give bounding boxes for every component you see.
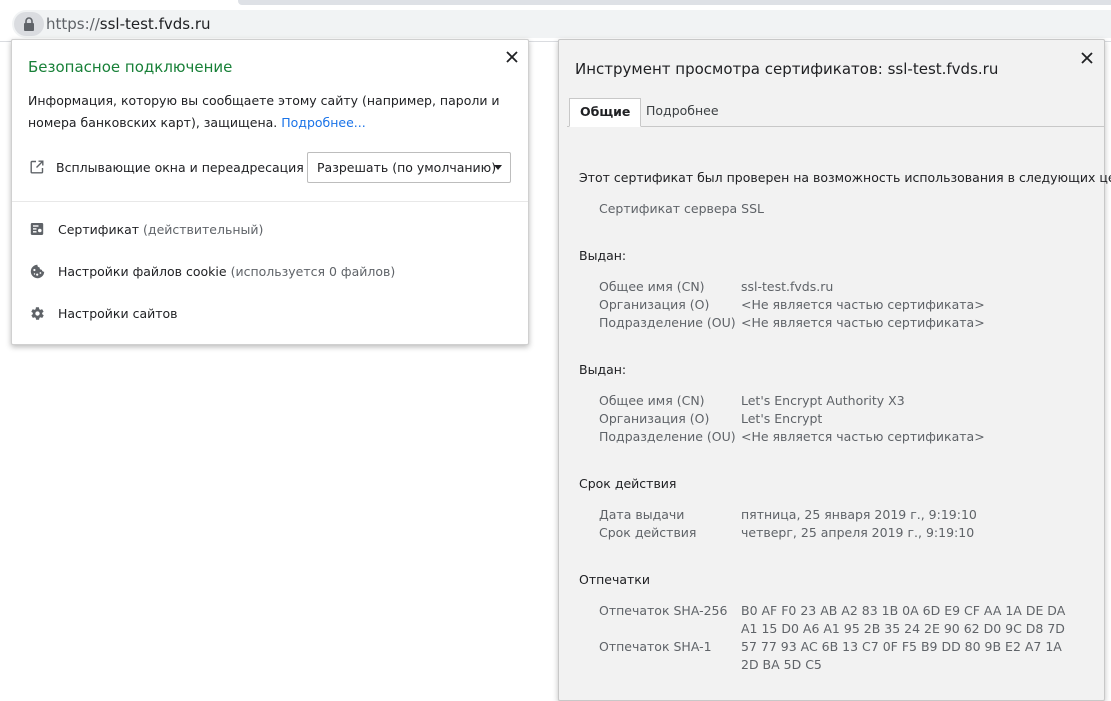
url-text[interactable]: https://ssl-test.fvds.ru: [46, 14, 211, 34]
tab-general[interactable]: Общие: [569, 98, 642, 127]
sha1-line-2: 2D BA 5D C5: [741, 657, 822, 672]
open-in-new-icon: [30, 160, 44, 174]
validity-heading: Срок действия: [579, 476, 677, 491]
browser-toolbar: https://ssl-test.fvds.ru: [0, 0, 1111, 42]
issued-to-ou-label: Подразделение (OU): [599, 315, 736, 330]
issued-to-o: <Не является частью сертификата>: [741, 297, 985, 312]
expires-date: четверг, 25 апреля 2019 г., 9:19:10: [741, 525, 975, 540]
tab-strip-edge: [238, 0, 1111, 5]
sha1-line-1: 57 77 93 AC 6B 13 C7 0F F5 B9 DD 80 9B E…: [741, 639, 1062, 654]
omnibox[interactable]: https://ssl-test.fvds.ru: [12, 10, 1111, 38]
learn-more-link[interactable]: Подробнее...: [281, 115, 365, 130]
page-info-bubble: Безопасное подключение Информация, котор…: [11, 39, 529, 345]
issued-date-label: Дата выдачи: [599, 507, 685, 522]
popups-permission-row: Всплывающие окна и переадресация Разреша…: [28, 152, 513, 184]
popups-select-value: Разрешать (по умолчанию): [317, 160, 497, 175]
close-icon[interactable]: [503, 48, 521, 66]
cookies-menu-item[interactable]: Настройки файлов cookie (используется 0 …: [12, 254, 528, 290]
sha256-line-2: A1 15 D0 A6 A1 95 2B 35 24 2E 90 62 D0 9…: [741, 621, 1065, 636]
tab-details[interactable]: Подробнее: [636, 98, 729, 125]
cookies-status: (используется 0 файлов): [230, 264, 396, 279]
issued-by-ou: <Не является частью сертификата>: [741, 429, 985, 444]
connection-description: Информация, которую вы сообщаете этому с…: [28, 90, 518, 134]
connection-description-text: Информация, которую вы сообщаете этому с…: [28, 93, 500, 130]
issued-to-cn: ssl-test.fvds.ru: [741, 279, 834, 294]
fingerprints-heading: Отпечатки: [579, 572, 650, 587]
issued-by-ou-label: Подразделение (OU): [599, 429, 736, 444]
gear-icon: [31, 307, 44, 320]
certificate-viewer-dialog: Инструмент просмотра сертификатов: ssl-t…: [558, 39, 1111, 701]
bubble-divider: [12, 201, 528, 202]
certificate-icon: [30, 223, 44, 235]
issued-to-o-label: Организация (O): [599, 297, 710, 312]
issued-by-heading: Выдан:: [579, 362, 627, 377]
connection-status-title: Безопасное подключение: [28, 58, 233, 76]
certificate-label: Сертификат: [58, 222, 140, 237]
tab-bar: Общие Подробнее: [567, 96, 1104, 127]
issued-to-cn-label: Общее имя (CN): [599, 279, 705, 294]
close-icon[interactable]: [1078, 49, 1096, 67]
popups-select[interactable]: Разрешать (по умолчанию): [307, 152, 511, 183]
site-settings-label: Настройки сайтов: [58, 306, 178, 321]
issued-by-o: Let's Encrypt: [741, 411, 823, 426]
issued-to-heading: Выдан:: [579, 248, 627, 263]
url-scheme: https://: [46, 15, 100, 33]
purposes-heading: Этот сертификат был проверен на возможно…: [579, 170, 1111, 185]
issued-by-o-label: Организация (O): [599, 411, 710, 426]
purpose-value: Сертификат сервера SSL: [599, 201, 764, 216]
issued-by-cn: Let's Encrypt Authority X3: [741, 393, 905, 408]
url-host: ssl-test.fvds.ru: [99, 15, 211, 33]
sha256-label: Отпечаток SHA-256: [599, 603, 728, 618]
cookies-label: Настройки файлов cookie: [58, 264, 227, 279]
issued-to-ou: <Не является частью сертификата>: [741, 315, 985, 330]
certificate-status: (действительный): [143, 222, 264, 237]
certificate-menu-item[interactable]: Сертификат (действительный): [12, 212, 528, 248]
cookie-icon: [30, 264, 45, 279]
lock-icon: [24, 17, 34, 31]
dropdown-arrow-icon: [494, 165, 502, 170]
cookies-menu-text: Настройки файлов cookie (используется 0 …: [58, 264, 395, 279]
issued-date: пятница, 25 января 2019 г., 9:19:10: [741, 507, 977, 522]
expires-date-label: Срок действия: [599, 525, 697, 540]
sha256-line-1: B0 AF F0 23 AB A2 83 1B 0A 6D E9 CF AA 1…: [741, 603, 1066, 618]
sha1-label: Отпечаток SHA-1: [599, 639, 712, 654]
site-settings-menu-item[interactable]: Настройки сайтов: [12, 296, 528, 332]
popups-label: Всплывающие окна и переадресация: [56, 160, 304, 175]
issued-by-cn-label: Общее имя (CN): [599, 393, 705, 408]
site-info-button[interactable]: [14, 12, 44, 36]
certificate-menu-text: Сертификат (действительный): [58, 222, 263, 237]
dialog-title: Инструмент просмотра сертификатов: ssl-t…: [575, 60, 999, 78]
